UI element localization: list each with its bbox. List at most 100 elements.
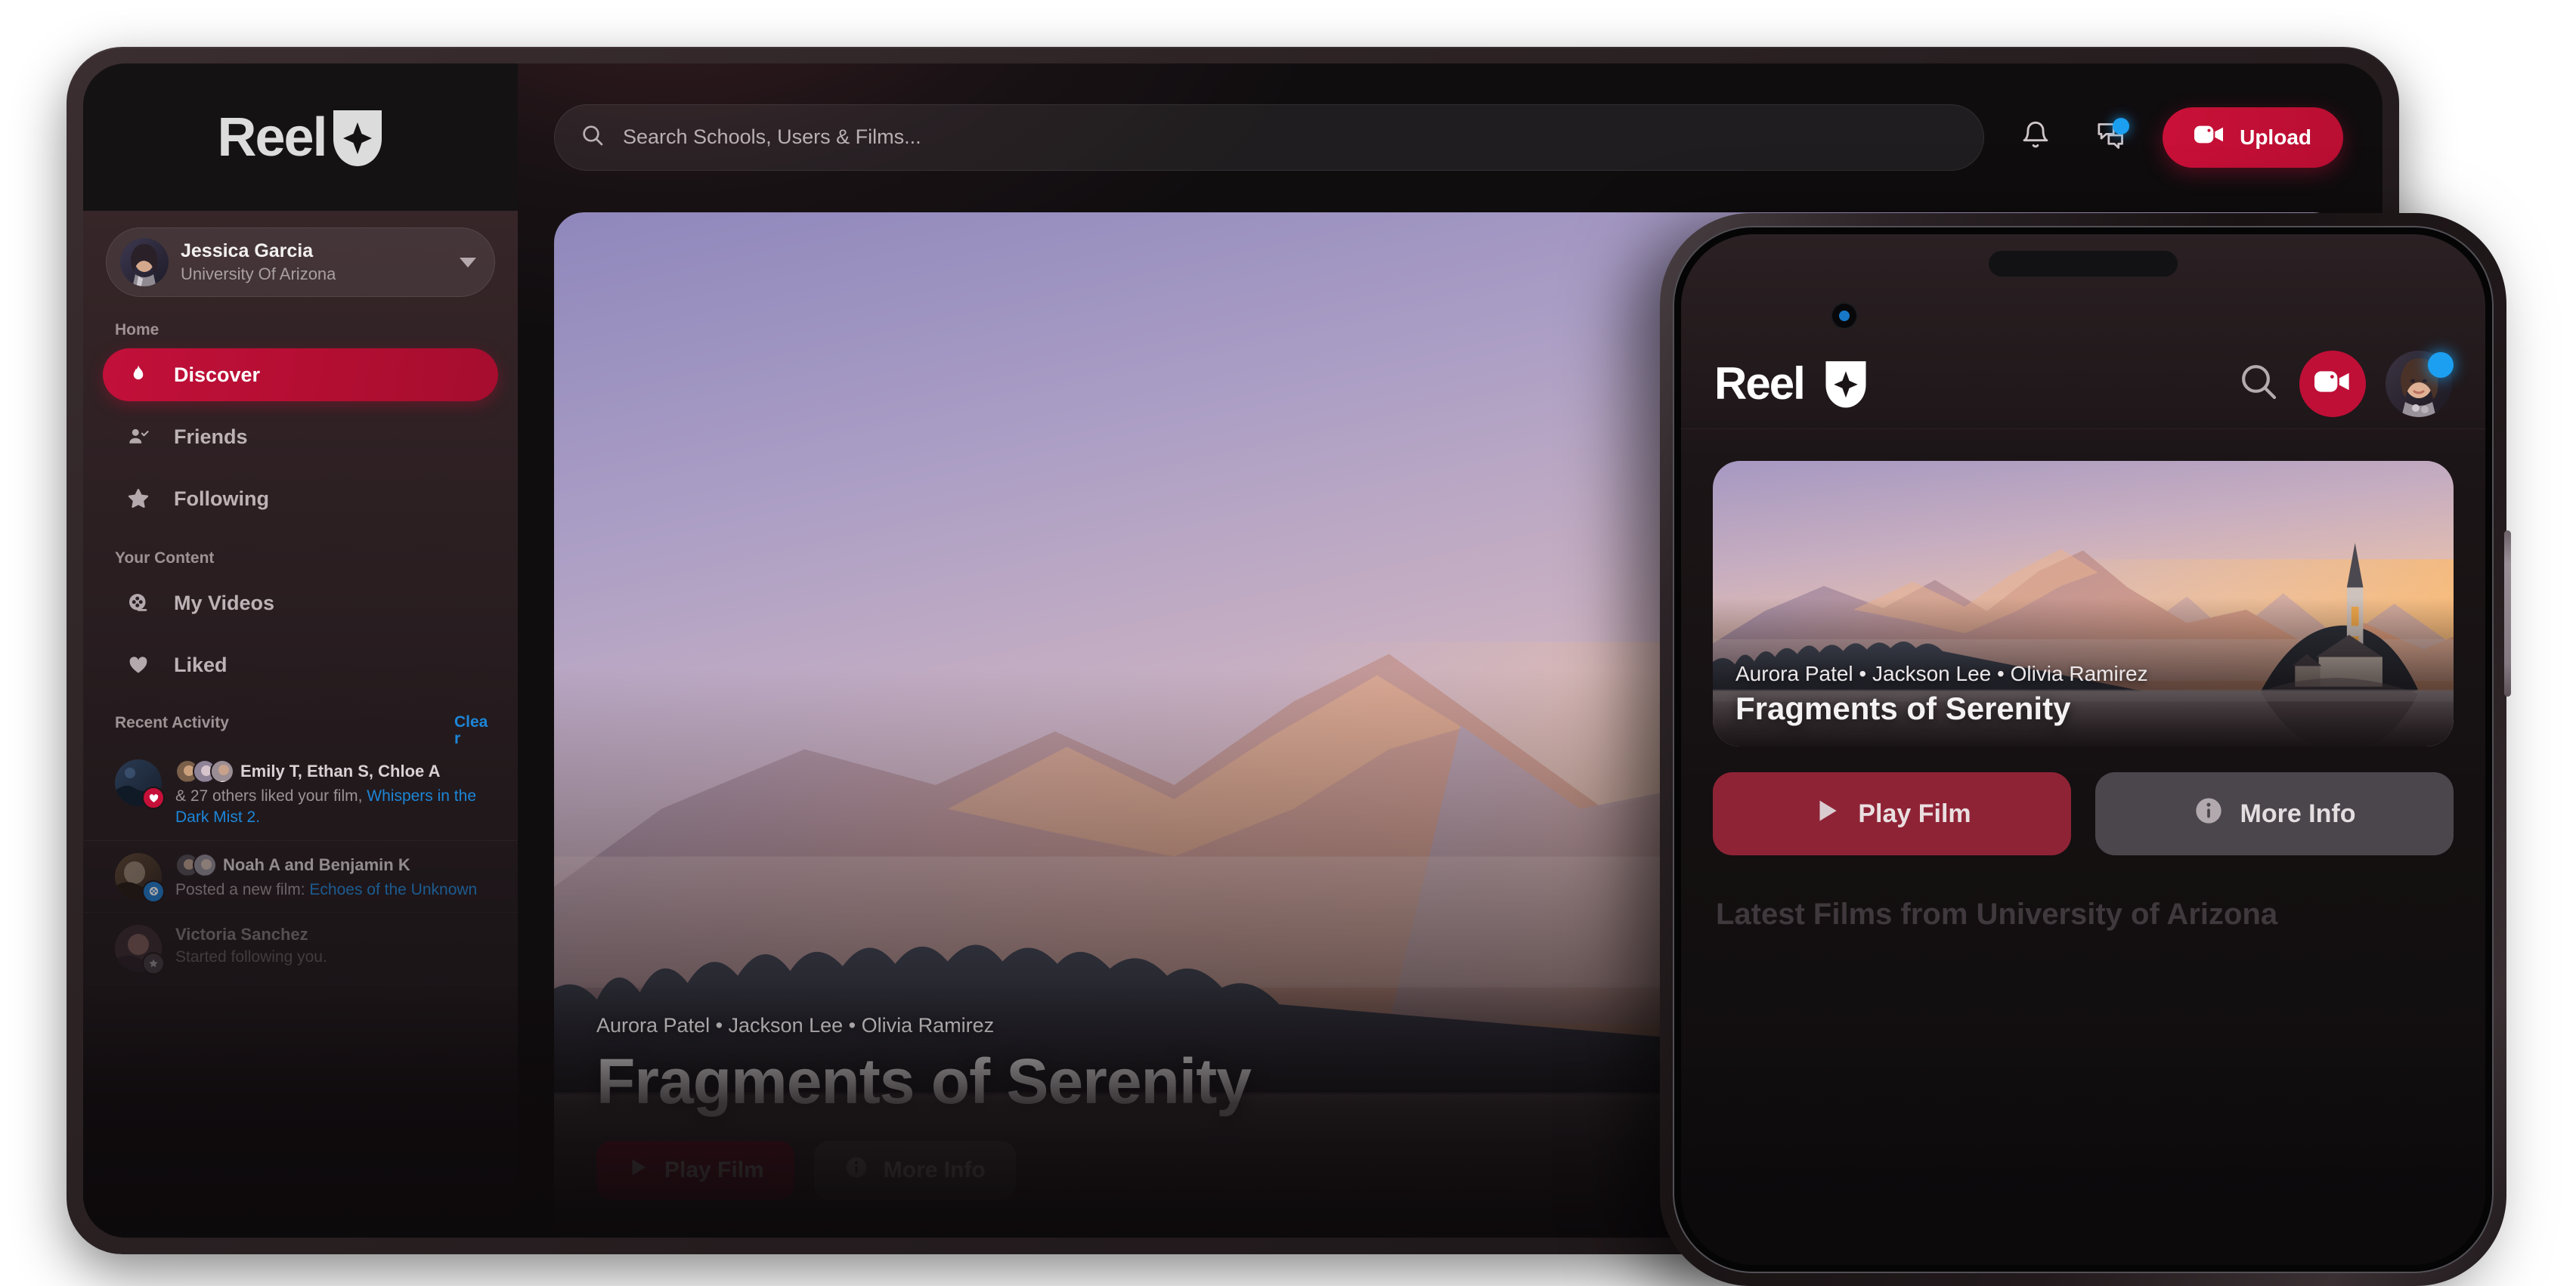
info-circle-icon [2194,796,2224,833]
phone-card-credits: Aurora Patel • Jackson Lee • Olivia Rami… [1735,662,2148,685]
activity-description: Started following you. [175,948,327,966]
activity-desc-prefix: & 27 others liked your film, [175,787,367,805]
more-info-button[interactable]: More Info [813,1141,1016,1200]
phone-card-title: Fragments of Serenity [1735,691,2071,726]
phone-avatar-button[interactable] [2386,350,2454,420]
sidebar-item-label: Discover [174,363,261,386]
phone-search-button[interactable] [2237,360,2280,407]
hero-actions: Play Film More Info [596,1141,1251,1200]
top-bar: Search Schools, Users & Films... Upload [518,63,2382,211]
screenshot-stage: Reel Jessica Garcia University Of Arizon… [0,0,2576,1286]
activity-item[interactable]: Victoria Sanchez Started following you. [83,913,518,985]
upload-button-label: Upload [2240,125,2311,149]
heart-badge-icon [142,787,165,810]
phone-screen: Reel Aurora Patel • Jackson Lee • Olivia… [1681,234,2485,1265]
sidebar: Reel Jessica Garcia University Of Arizon… [83,63,518,1238]
avatar [120,238,169,286]
activity-description: & 27 others liked your film, Whispers in… [175,786,495,827]
play-icon [627,1156,649,1185]
person-check-icon [124,425,153,448]
heart-icon [124,654,153,676]
profile-school: University Of Arizona [181,264,336,283]
activity-faces: Emily T, Ethan S, Chloe A [175,759,495,784]
clear-activity-button[interactable]: Clear [454,713,491,747]
chevron-down-icon[interactable] [460,257,476,267]
recent-activity-header: Recent Activity Clear [115,713,491,747]
phone-upload-button[interactable] [2299,350,2366,417]
phone-more-info-button[interactable]: More Info [2095,772,2454,855]
activity-faces: Victoria Sanchez [175,925,495,944]
activity-item[interactable]: Emily T, Ethan S, Chloe A & 27 others li… [83,747,518,841]
phone-top-bar: Reel [1681,339,2485,429]
sidebar-section-your-content-label: Your Content [115,549,215,567]
sidebar-item-friends[interactable]: Friends [103,410,498,463]
activity-names: Victoria Sanchez [175,925,308,944]
more-info-label: More Info [883,1158,986,1182]
film-reel-icon [124,592,153,614]
activity-desc-suffix: . [255,808,261,826]
play-film-label: Play Film [664,1158,764,1182]
play-film-button[interactable]: Play Film [596,1141,794,1200]
bell-icon [2020,120,2051,154]
hero-text-block: Aurora Patel • Jackson Lee • Olivia Rami… [596,1014,1252,1200]
avatar [2386,350,2452,420]
brand-wordmark: Reel [217,107,327,168]
phone-card-text-block: Aurora Patel • Jackson Lee • Olivia Rami… [1735,662,2148,727]
search-placeholder: Search Schools, Users & Films... [623,125,921,148]
sidebar-section-home-label: Home [115,321,159,339]
profile-name: Jessica Garcia [181,240,314,262]
phone-power-button[interactable] [2504,530,2511,697]
search-input[interactable]: Search Schools, Users & Films... [554,104,1985,171]
activity-desc-prefix: Posted a new film: [175,880,310,898]
sidebar-item-label: Following [174,487,269,510]
reel-u-mark-icon [1824,360,1868,408]
sidebar-logo[interactable]: Reel [83,63,518,211]
activity-thumbnail [115,925,165,975]
activity-faces: Noah A and Benjamin K [175,852,495,877]
star-icon [124,487,153,510]
dynamic-island [1989,251,2178,277]
messages-button[interactable] [2087,113,2135,162]
hero-credits: Aurora Patel • Jackson Lee • Olivia Rami… [596,1014,995,1037]
phone-bottom-vignette [1681,1038,2485,1265]
brand-wordmark: Reel [1714,357,1806,409]
sidebar-item-discover[interactable]: Discover [103,348,498,401]
messages-badge [2113,117,2130,134]
phone-avatar-badge [2428,351,2454,378]
sidebar-item-my-videos[interactable]: My Videos [103,577,498,629]
front-camera-icon [1832,304,1856,328]
profile-switcher[interactable]: Jessica Garcia University Of Arizona [106,227,495,297]
sidebar-item-label: Liked [174,653,228,676]
star-badge-icon [142,952,165,975]
activity-item[interactable]: Noah A and Benjamin K Posted a new film:… [83,841,518,913]
film-badge-icon [142,879,165,903]
phone-featured-card[interactable]: Aurora Patel • Jackson Lee • Olivia Rami… [1713,461,2454,747]
phone-action-buttons: Play Film More Info [1713,772,2454,855]
phone-play-film-label: Play Film [1858,799,1971,828]
sidebar-item-label: Friends [174,425,248,448]
upload-button[interactable]: Upload [2163,107,2343,168]
sidebar-item-label: My Videos [174,591,275,614]
sidebar-item-following[interactable]: Following [103,472,498,525]
activity-thumbnail [115,852,165,903]
sidebar-item-liked[interactable]: Liked [103,638,498,691]
hero-title: Fragments of Serenity [596,1046,1252,1117]
recent-activity-title: Recent Activity [115,714,229,731]
phone-section-title: Latest Films from University of Arizona [1716,898,2278,931]
flame-icon [124,363,153,386]
play-icon [1813,796,1841,832]
phone-bezel: Reel Aurora Patel • Jackson Lee • Olivia… [1673,226,2494,1273]
activity-description: Posted a new film: Echoes of the Unknown [175,879,495,901]
activity-thumbnail [115,759,165,810]
notifications-button[interactable] [2011,113,2060,162]
video-camera-icon [2314,368,2351,399]
activity-names: Emily T, Ethan S, Chloe A [240,762,441,781]
search-icon [581,123,605,151]
phone-play-film-button[interactable]: Play Film [1713,772,2071,855]
info-circle-icon [844,1155,868,1186]
activity-film-link[interactable]: Echoes of the Unknown [309,881,477,898]
activity-names: Noah A and Benjamin K [223,855,410,874]
phone-device-frame: Reel Aurora Patel • Jackson Lee • Olivia… [1660,213,2511,1286]
reel-u-mark-icon [331,109,384,166]
video-camera-icon [2194,123,2225,151]
